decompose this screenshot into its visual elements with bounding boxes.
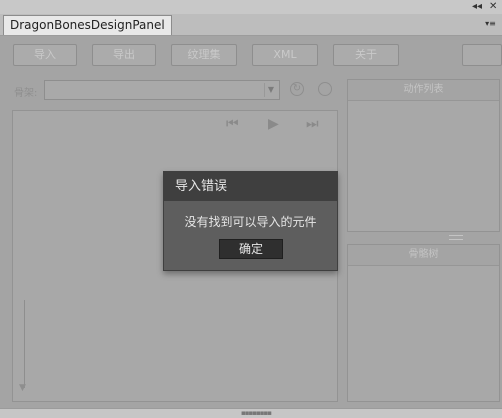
refresh-icon[interactable]: ↻	[290, 82, 304, 96]
panel-menu-icon[interactable]: ▾≡	[484, 18, 497, 29]
tab-row: DragonBonesDesignPanel ▾≡	[0, 14, 502, 36]
armature-label: 骨架:	[14, 88, 38, 99]
dialog-title: 导入错误	[164, 172, 337, 201]
arrow-down-icon: ▼	[19, 383, 26, 393]
chevron-down-icon: ▼	[264, 83, 277, 97]
bone-tree-panel: 骨骼树	[347, 244, 500, 402]
extra-button[interactable]	[462, 44, 502, 66]
export-button[interactable]: 导出	[92, 44, 156, 66]
timeline-axis	[24, 300, 25, 388]
import-error-dialog: 导入错误 没有找到可以导入的元件 确定	[163, 171, 338, 271]
window-title-strip: ◂◂ ✕	[0, 0, 502, 15]
close-icon[interactable]: ✕	[489, 0, 497, 13]
skip-back-icon[interactable]: ⏮	[226, 116, 239, 132]
ok-button[interactable]: 确定	[219, 239, 283, 259]
xml-button[interactable]: XML	[252, 44, 318, 66]
animation-list-header: 动作列表	[348, 80, 499, 101]
animation-list-panel: 动作列表	[347, 79, 500, 232]
play-icon[interactable]: ▶	[268, 116, 279, 132]
tab-dragonbones-design-panel[interactable]: DragonBonesDesignPanel	[3, 15, 172, 35]
resize-grip-icon[interactable]: ▪▪▪▪▪▪▪▪	[241, 410, 272, 417]
dialog-message: 没有找到可以导入的元件	[184, 215, 317, 229]
skip-forward-icon[interactable]: ⏭	[306, 116, 319, 132]
texture-atlas-button[interactable]: 纹理集	[171, 44, 237, 66]
about-button[interactable]: 关于	[333, 44, 399, 66]
armature-select[interactable]: ▼	[44, 80, 280, 100]
panel-window: ◂◂ ✕ DragonBonesDesignPanel ▾≡ 导入 导出 纹理集…	[0, 0, 502, 418]
panel-splitter[interactable]	[449, 235, 463, 240]
double-chevron-left-icon[interactable]: ◂◂	[472, 0, 482, 13]
import-button[interactable]: 导入	[13, 44, 77, 66]
circle-button-icon[interactable]	[318, 82, 332, 96]
bone-tree-header: 骨骼树	[348, 245, 499, 266]
